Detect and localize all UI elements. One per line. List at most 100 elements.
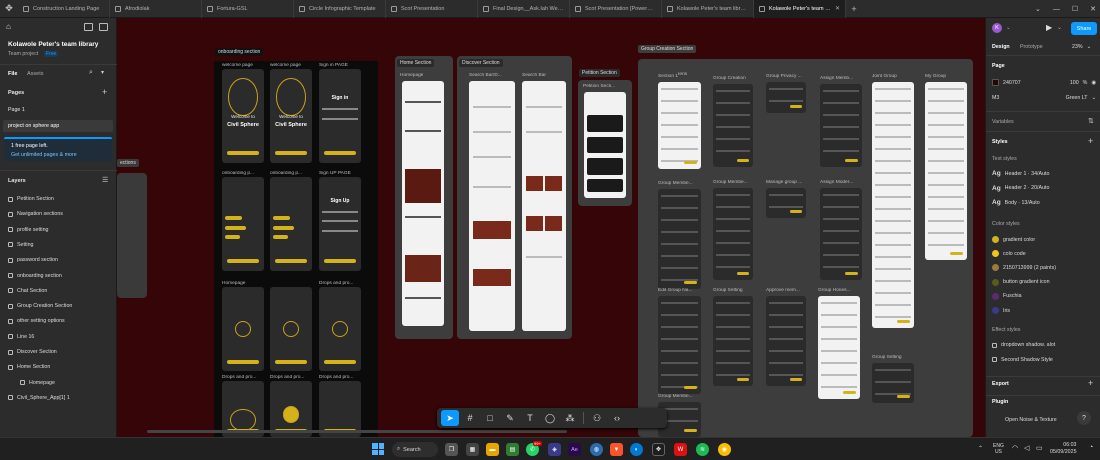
group-phone[interactable] [766,296,806,386]
wifi-icon[interactable]: ◠ [1012,444,1018,452]
app-icon[interactable]: ▤ [506,443,519,456]
app-icon[interactable]: ◈ [548,443,561,456]
tab-design[interactable]: Design [992,44,1010,50]
layer-item[interactable]: Homepage [20,380,55,386]
group-phone[interactable] [820,188,862,280]
onboarding-phone[interactable]: Sign in [319,69,361,163]
eye-icon[interactable]: ◉ [1091,80,1096,86]
group-phone[interactable] [713,84,753,167]
chevron-down-icon[interactable]: ⌄ [1035,5,1041,13]
pen-tool-icon[interactable]: ✎ [501,410,519,426]
help-button[interactable]: ? [1077,411,1091,425]
color-swatch[interactable] [992,79,999,86]
close-icon[interactable]: ✕ [1090,5,1096,13]
plugin-item[interactable]: Open Noise & Texture [1005,417,1057,423]
chevron-down-icon[interactable]: ⌄ [1057,24,1062,31]
navigation-section-frame[interactable] [117,173,147,298]
tab-0[interactable]: Construction Landing Page [18,0,110,18]
layer-item[interactable]: password section [8,257,58,263]
onboarding-phone[interactable] [222,381,264,437]
layer-item[interactable]: Petition Section [8,196,54,202]
group-phone[interactable] [658,189,701,289]
page-item[interactable]: Page 1 [8,107,25,113]
text-style-item[interactable]: Ag Header 2 · 20/Auto [992,185,1049,192]
export-header[interactable]: Export [992,381,1009,387]
onboarding-section-label[interactable]: onboarding section [215,48,264,56]
group-phone[interactable] [766,82,806,113]
tab-5[interactable]: Final Design__Ask.Iah Web and Mob [478,0,570,18]
tab-6[interactable]: Scot Presentation [PowerPoint] (01- [570,0,662,18]
actions-tool-icon[interactable]: ⁂ [561,410,579,426]
text-style-item[interactable]: Ag Header 1 · 34/Auto [992,170,1049,177]
page-item[interactable]: project on sphere app [8,123,59,129]
brave-icon[interactable]: ▼ [610,443,623,456]
color-style-item[interactable]: button gradient icon [992,278,1050,286]
onboarding-phone[interactable] [222,177,264,271]
app-icon[interactable]: W [674,443,687,456]
search-bar-phone[interactable] [469,81,515,331]
tray-chevron-up-icon[interactable]: ⌃ [978,445,983,452]
onboarding-phone[interactable] [270,381,312,437]
group-phone[interactable] [820,84,862,167]
volume-icon[interactable]: ◁ [1024,444,1029,452]
search-bar-phone-2[interactable] [522,81,566,331]
play-icon[interactable]: ▶ [1046,23,1052,32]
group-phone[interactable] [872,82,914,328]
chevron-down-icon[interactable]: ▾ [101,69,104,76]
color-style-item[interactable]: colo code [992,250,1026,258]
chrome-icon[interactable]: ◍ [590,443,603,456]
layer-item[interactable]: Group Creation Section [8,303,72,309]
layer-item[interactable]: onboarding section [8,273,62,279]
chrome-icon[interactable]: ◉ [718,443,731,456]
onboarding-phone[interactable] [222,287,264,371]
after-effects-icon[interactable]: Ae [568,443,581,456]
color-style-item[interactable]: gradient color [992,236,1035,243]
onboarding-phone[interactable]: Welcome to Civil Sphere [270,69,312,163]
taskbar-search[interactable]: ⌕ Search [392,442,438,457]
onboarding-phone[interactable] [319,381,361,437]
clock[interactable]: 06:03 05/09/2025 [1050,442,1077,456]
figma-logo-icon[interactable]: ✥ [0,0,18,18]
group-phone[interactable] [658,82,701,169]
tab-4[interactable]: Scot Presentation [386,0,478,18]
layer-item[interactable]: Chat Section [8,288,47,294]
layer-item[interactable]: profile setting [8,227,49,233]
onboarding-phone[interactable]: Sign Up [319,177,361,271]
battery-icon[interactable]: ▭ [1036,444,1043,452]
onboarding-section-frame[interactable]: welcome page Welcome to Civil Sphere welcom… [214,61,378,437]
color-style-item[interactable]: 2150713999 (2 paints) [992,264,1056,272]
layer-item[interactable]: other setting options [8,318,65,324]
spotify-icon[interactable]: ≋ [696,443,709,456]
discover-section-label[interactable]: Discover Section [459,59,503,67]
tab-file[interactable]: File [8,71,17,77]
add-export-plus-icon[interactable]: + [1088,378,1093,388]
group-phone[interactable] [713,296,753,386]
edge-icon[interactable]: ◐ [630,443,643,456]
tab-2[interactable]: Fortura-GSL [202,0,294,18]
group-creation-section-label[interactable]: Group Creation Section [638,45,697,53]
design-canvas[interactable]: ections onboarding section welcome page W… [117,18,985,437]
share-button[interactable]: Share [1071,22,1097,35]
group-phone[interactable] [658,296,701,394]
navigation-section-label[interactable]: ections [117,159,139,167]
home-section-label[interactable]: Home Section [397,59,435,67]
add-style-plus-icon[interactable]: + [1088,136,1093,146]
petition-section-label[interactable]: Petition Section [579,69,620,77]
move-tool-icon[interactable]: ➤ [441,410,459,426]
frame-tool-icon[interactable]: # [461,410,479,426]
zoom-level[interactable]: 23% ⌄ [1072,44,1091,50]
comment-tool-icon[interactable]: ◯ [541,410,559,426]
main-menu-icon[interactable]: ⌂ [6,22,11,31]
code-icon[interactable]: ‹› [608,410,626,426]
layers-options-icon[interactable]: ☰ [102,176,108,184]
app-icon[interactable]: ▦ [466,443,479,456]
group-phone[interactable] [925,82,967,260]
color-style-item[interactable]: Fuschia [992,292,1022,300]
mode-value[interactable]: Green LT [1066,95,1088,101]
effect-style-item[interactable]: dropdown shadow. alot [992,342,1055,348]
layer-item[interactable]: Home Section [8,364,50,370]
chevron-down-icon[interactable]: ⌄ [1006,25,1010,31]
search-icon[interactable]: ⌕ [89,69,93,77]
horizontal-scrollbar[interactable] [147,430,567,433]
page-opacity[interactable]: 100 [1070,80,1079,86]
